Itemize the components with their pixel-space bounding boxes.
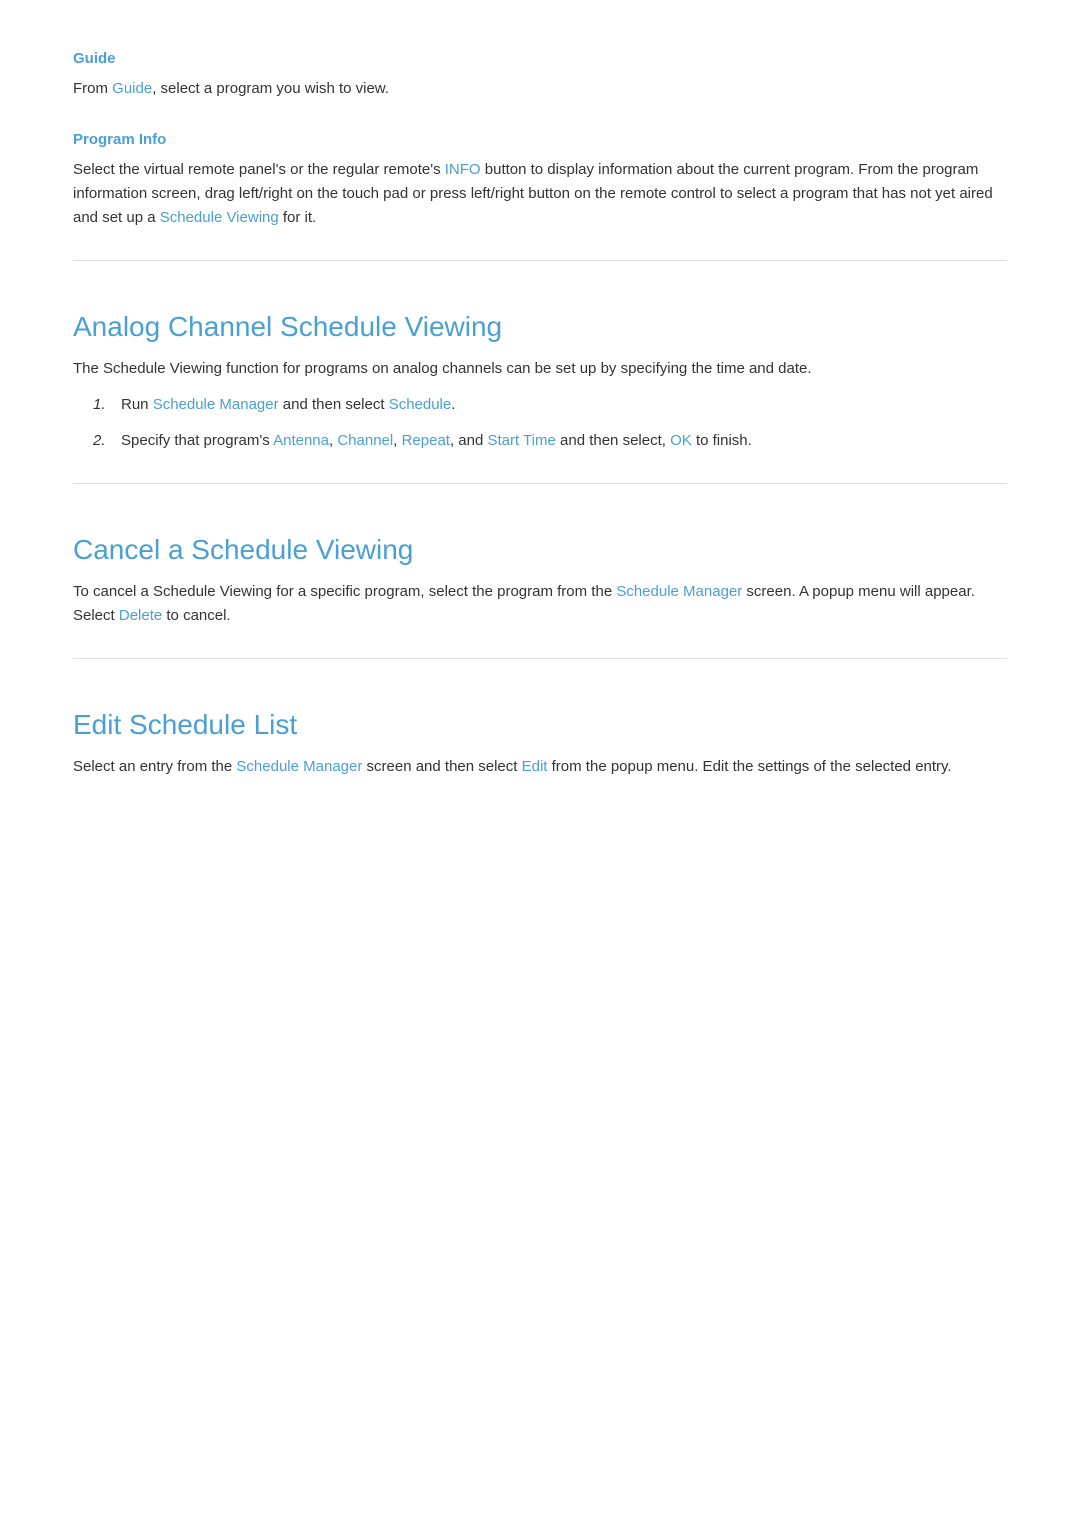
step-1-before: Run [121,396,153,413]
program-info-title: Program Info [73,131,1007,148]
delete-link[interactable]: Delete [119,607,162,624]
step-2-middle: , and [450,432,488,449]
info-link[interactable]: INFO [445,161,481,178]
repeat-link[interactable]: Repeat [402,432,450,449]
program-info-body: Select the virtual remote panel's or the… [73,158,1007,230]
schedule-manager-link-3[interactable]: Schedule Manager [236,758,362,775]
antenna-link[interactable]: Antenna [273,432,329,449]
analog-title: Analog Channel Schedule Viewing [73,291,1007,343]
guide-body-after: , select a program you wish to view. [152,80,389,97]
analog-step-2: 2. Specify that program's Antenna, Chann… [93,429,1007,453]
guide-link[interactable]: Guide [112,80,152,97]
program-info-before: Select the virtual remote panel's or the… [73,161,445,178]
edit-body: Select an entry from the Schedule Manage… [73,755,1007,779]
analog-step-1: 1. Run Schedule Manager and then select … [93,393,1007,417]
edit-middle: screen and then select [362,758,521,775]
cancel-after: to cancel. [162,607,230,624]
analog-steps-list: 1. Run Schedule Manager and then select … [93,393,1007,453]
step-2-content: Specify that program's Antenna, Channel,… [121,429,1007,453]
step-1-number: 1. [93,393,121,417]
channel-link[interactable]: Channel [337,432,393,449]
program-info-section: Program Info Select the virtual remote p… [73,131,1007,230]
guide-body: From Guide, select a program you wish to… [73,77,1007,101]
guide-section: Guide From Guide, select a program you w… [73,50,1007,101]
program-info-after: for it. [279,209,317,226]
step-1-after: . [451,396,455,413]
step-2-before: Specify that program's [121,432,273,449]
schedule-manager-link-2[interactable]: Schedule Manager [616,583,742,600]
schedule-manager-link-1[interactable]: Schedule Manager [153,396,279,413]
step-1-middle: and then select [279,396,389,413]
cancel-section: Cancel a Schedule Viewing To cancel a Sc… [73,483,1007,628]
start-time-link[interactable]: Start Time [487,432,555,449]
schedule-viewing-link[interactable]: Schedule Viewing [160,209,279,226]
analog-body: The Schedule Viewing function for progra… [73,357,1007,381]
step-2-end: to finish. [692,432,752,449]
guide-body-before: From [73,80,112,97]
step-2-number: 2. [93,429,121,453]
step-2-after: and then select, [556,432,670,449]
cancel-before: To cancel a Schedule Viewing for a speci… [73,583,616,600]
edit-link[interactable]: Edit [522,758,548,775]
analog-section: Analog Channel Schedule Viewing The Sche… [73,260,1007,453]
schedule-link[interactable]: Schedule [389,396,452,413]
edit-section: Edit Schedule List Select an entry from … [73,658,1007,779]
step-2-comma2: , [393,432,401,449]
edit-before: Select an entry from the [73,758,236,775]
edit-title: Edit Schedule List [73,689,1007,741]
cancel-body: To cancel a Schedule Viewing for a speci… [73,580,1007,628]
cancel-title: Cancel a Schedule Viewing [73,514,1007,566]
guide-title: Guide [73,50,1007,67]
page-container: Guide From Guide, select a program you w… [0,0,1080,889]
step-1-content: Run Schedule Manager and then select Sch… [121,393,1007,417]
ok-link[interactable]: OK [670,432,692,449]
edit-after: from the popup menu. Edit the settings o… [547,758,951,775]
